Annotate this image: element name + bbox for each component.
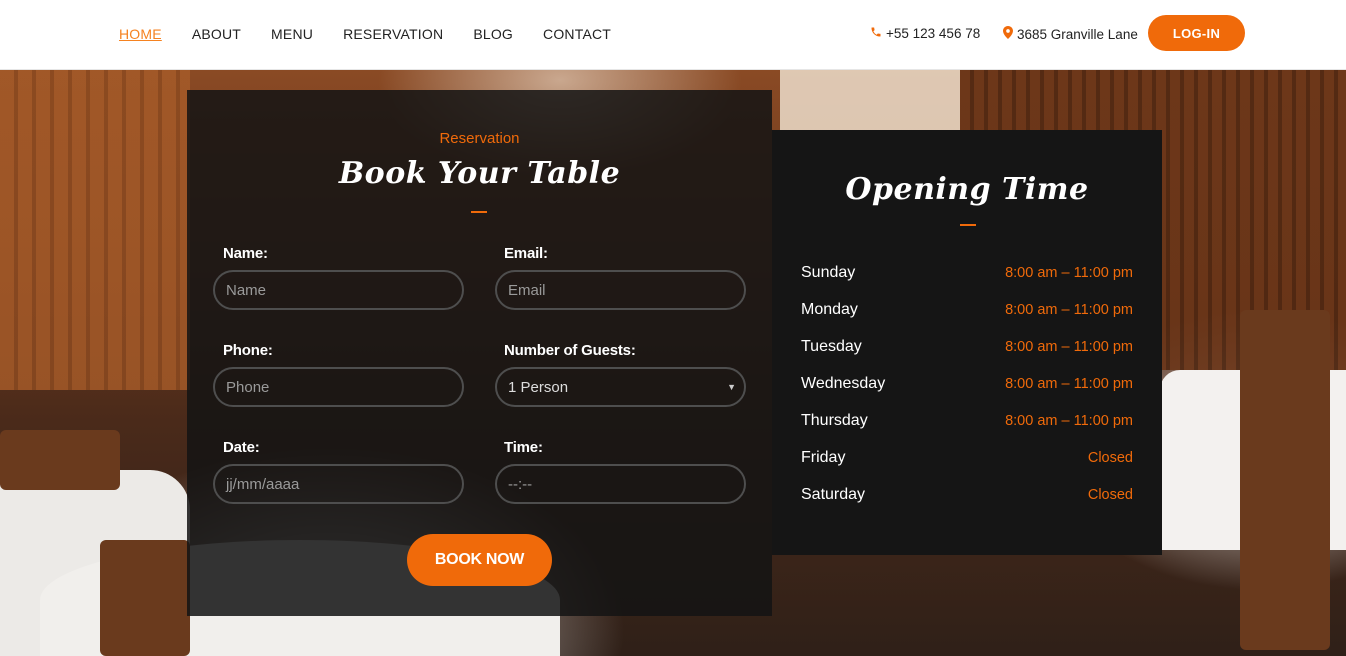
- book-now-button[interactable]: BOOK NOW: [407, 534, 552, 586]
- hours-time: 8:00 am – 11:00 pm: [1005, 413, 1133, 429]
- header-address: 3685 Granville Lane: [1003, 26, 1138, 42]
- hours-row: Thursday 8:00 am – 11:00 pm: [801, 412, 1133, 430]
- nav-item-blog[interactable]: BLOG: [473, 26, 513, 42]
- hours-row: Wednesday 8:00 am – 11:00 pm: [801, 375, 1133, 393]
- hours-day: Monday: [801, 301, 858, 318]
- hours-row: Saturday Closed: [801, 486, 1133, 504]
- booking-panel: Reservation Book Your Table Name: Name E…: [187, 90, 772, 616]
- header-phone-text: +55 123 456 78: [886, 26, 981, 41]
- login-button[interactable]: LOG-IN: [1148, 15, 1245, 51]
- hours-day: Wednesday: [801, 375, 886, 392]
- hours-row: Sunday 8:00 am – 11:00 pm: [801, 264, 1133, 282]
- opening-hours-panel: Opening Time Sunday 8:00 am – 11:00 pm M…: [772, 130, 1162, 555]
- phone-field[interactable]: Phone: [213, 367, 464, 407]
- name-label: Name:: [223, 245, 268, 262]
- chevron-down-icon: ▼: [727, 382, 736, 392]
- hours-title: Opening Time: [845, 172, 1089, 207]
- email-field[interactable]: Email: [495, 270, 746, 310]
- date-field[interactable]: jj/mm/aaaa: [213, 464, 464, 504]
- background-window: [780, 70, 960, 130]
- name-field[interactable]: Name: [213, 270, 464, 310]
- hours-day: Tuesday: [801, 338, 862, 355]
- hours-time: Closed: [1087, 487, 1133, 503]
- header-address-text: 3685 Granville Lane: [1017, 26, 1138, 42]
- nav-item-home[interactable]: HOME: [119, 26, 162, 42]
- hours-time: Closed: [1087, 450, 1133, 466]
- hours-day: Friday: [801, 449, 846, 466]
- site-header: HOME ABOUT MENU RESERVATION BLOG CONTACT…: [0, 0, 1346, 70]
- nav-item-about[interactable]: ABOUT: [192, 26, 241, 42]
- guests-select-value: 1 Person: [508, 378, 569, 396]
- hours-row: Monday 8:00 am – 11:00 pm: [801, 301, 1133, 319]
- hours-time: 8:00 am – 11:00 pm: [1005, 339, 1133, 355]
- hours-day: Sunday: [801, 264, 856, 281]
- background-chair: [0, 430, 120, 490]
- phone-label: Phone:: [223, 342, 273, 359]
- booking-eyebrow: Reservation: [439, 130, 520, 147]
- hours-time: 8:00 am – 11:00 pm: [1005, 302, 1133, 318]
- time-field[interactable]: --:--: [495, 464, 746, 504]
- date-label: Date:: [223, 439, 260, 456]
- background-chair: [100, 540, 190, 656]
- background-wall-left: [0, 70, 190, 390]
- main-nav: HOME ABOUT MENU RESERVATION BLOG CONTACT: [119, 26, 641, 42]
- title-divider: [471, 211, 487, 213]
- header-phone: +55 123 456 78: [870, 26, 980, 41]
- map-marker-icon: [1003, 26, 1013, 42]
- time-label: Time:: [504, 439, 543, 456]
- hours-day: Saturday: [801, 486, 866, 503]
- title-divider: [960, 224, 976, 226]
- background-chair: [1240, 310, 1330, 650]
- hours-row: Friday Closed: [801, 449, 1133, 467]
- hours-time: 8:00 am – 11:00 pm: [1005, 265, 1133, 281]
- guests-label: Number of Guests:: [504, 342, 636, 359]
- nav-item-menu[interactable]: MENU: [271, 26, 313, 42]
- booking-title: Book Your Table: [338, 156, 621, 191]
- nav-item-reservation[interactable]: RESERVATION: [343, 26, 443, 42]
- hours-row: Tuesday 8:00 am – 11:00 pm: [801, 338, 1133, 356]
- hours-day: Thursday: [801, 412, 868, 429]
- phone-icon: [870, 26, 882, 41]
- nav-item-contact[interactable]: CONTACT: [543, 26, 611, 42]
- email-label: Email:: [504, 245, 548, 262]
- hours-time: 8:00 am – 11:00 pm: [1005, 376, 1133, 392]
- guests-select[interactable]: 1 Person ▼: [495, 367, 746, 407]
